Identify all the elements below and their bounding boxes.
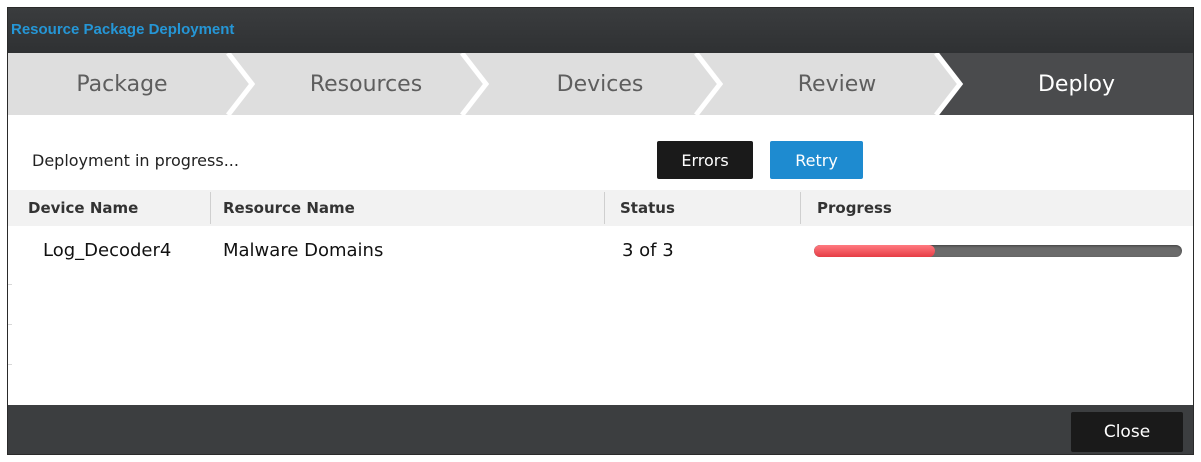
wizard-step-devices[interactable]: Devices [486, 53, 714, 115]
resource-name-cell: Malware Domains [223, 239, 384, 261]
table-row[interactable]: Log_Decoder4 Malware Domains 3 of 3 [8, 226, 1193, 274]
errors-button[interactable]: Errors [657, 141, 753, 179]
column-divider[interactable] [210, 192, 211, 224]
wizard-steps: Package Resources Devices Review Deploy [8, 53, 1193, 115]
wizard-step-deploy[interactable]: Deploy [960, 53, 1193, 115]
wizard-step-resources[interactable]: Resources [252, 53, 480, 115]
column-header-status[interactable]: Status [620, 190, 675, 226]
column-header-progress[interactable]: Progress [817, 190, 892, 226]
row-guide-marks [8, 226, 12, 401]
progress-bar [814, 245, 1182, 257]
row-guide-mark [8, 284, 12, 285]
dialog-titlebar: Resource Package Deployment [8, 8, 1193, 53]
progress-bar-fill [814, 245, 936, 257]
column-header-resource-name[interactable]: Resource Name [223, 190, 355, 226]
row-guide-mark [8, 364, 12, 365]
deployment-dialog: Resource Package Deployment Package Reso… [8, 8, 1193, 454]
retry-button[interactable]: Retry [770, 141, 863, 179]
dialog-title: Resource Package Deployment [11, 21, 235, 38]
column-divider[interactable] [604, 192, 605, 224]
status-cell: 3 of 3 [622, 239, 674, 261]
close-button[interactable]: Close [1071, 412, 1183, 452]
column-divider[interactable] [800, 192, 801, 224]
row-guide-mark [8, 324, 12, 325]
table-header: Device Name Resource Name Status Progres… [8, 190, 1193, 226]
device-name-cell: Log_Decoder4 [43, 239, 172, 261]
dialog-content: Deployment in progress... Errors Retry D… [8, 115, 1193, 405]
dialog-footer: Close [8, 405, 1193, 454]
wizard-step-review[interactable]: Review [720, 53, 954, 115]
wizard-step-package[interactable]: Package [8, 53, 236, 115]
deployment-status-message: Deployment in progress... [32, 151, 239, 170]
column-header-device-name[interactable]: Device Name [28, 190, 138, 226]
